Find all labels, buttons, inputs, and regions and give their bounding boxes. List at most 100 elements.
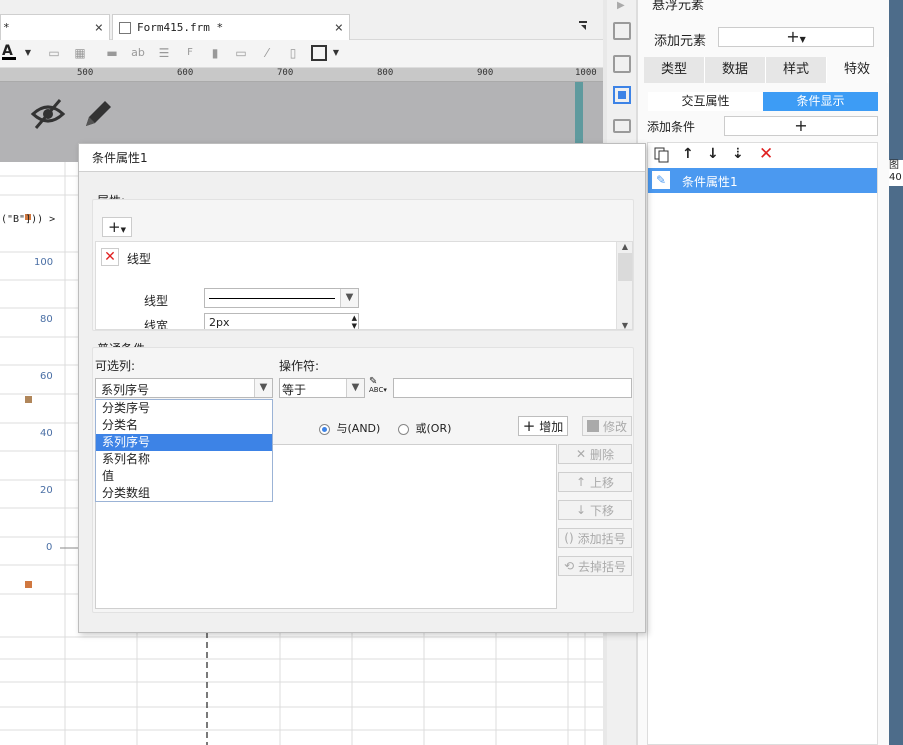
plus-icon: + xyxy=(108,218,121,236)
table-grid-icon[interactable]: ▦ xyxy=(72,45,88,61)
arrow-up-icon[interactable]: ↑ xyxy=(682,146,694,162)
chevron-down-icon: ▼ xyxy=(346,379,364,397)
y-axis-label: 80 xyxy=(40,314,53,325)
tab-style[interactable]: 样式 xyxy=(766,57,827,83)
dropdown-option[interactable]: 值 xyxy=(96,468,272,485)
tab-form415[interactable]: Form415.frm * × xyxy=(112,14,350,40)
y-axis-label: 40 xyxy=(40,428,53,439)
tab-menu-icon[interactable] xyxy=(578,20,590,32)
and-radio[interactable]: 与(AND) xyxy=(319,420,380,436)
list-icon[interactable]: ☰ xyxy=(156,45,172,61)
tab-effects[interactable]: 特效 xyxy=(827,57,888,83)
close-icon[interactable]: × xyxy=(335,20,343,36)
add-element-label: 添加元素 xyxy=(654,34,707,49)
slash-icon[interactable]: ⁄ xyxy=(259,45,275,61)
dropdown-option[interactable]: 分类数组 xyxy=(96,485,272,502)
move-down-button[interactable]: ↓ 下移 xyxy=(558,500,632,520)
chevron-down-icon: ▼ xyxy=(254,379,272,397)
subtab-condition-display[interactable]: 条件显示 xyxy=(763,92,878,111)
component-icon[interactable] xyxy=(613,55,631,73)
copy-icon[interactable] xyxy=(654,147,670,166)
plus-icon: + xyxy=(786,27,800,46)
merge-icon[interactable]: ▬ xyxy=(104,45,120,61)
border-style-icon[interactable] xyxy=(311,45,327,61)
or-radio[interactable]: 或(OR) xyxy=(398,420,451,436)
add-condition-button[interactable]: + 增加 xyxy=(518,416,568,436)
eye-hidden-icon[interactable] xyxy=(30,96,66,132)
line-width-label: 线宽 xyxy=(144,319,169,330)
layout-icon[interactable] xyxy=(613,22,631,40)
format-toolbar: A ▼ ▭ ▦ ▬ ab ☰ F ▮ ▭ ⁄ ▯ ▼ xyxy=(0,40,603,68)
add-parentheses-button[interactable]: () 添加括号 xyxy=(558,528,632,548)
list-item[interactable]: ✎ 条件属性1 xyxy=(648,168,877,193)
tab-type[interactable]: 类型 xyxy=(644,57,705,83)
tab-data[interactable]: 数据 xyxy=(705,57,766,83)
arrow-down-icon[interactable]: ↓ xyxy=(707,146,719,162)
delete-button[interactable]: ✕ 删除 xyxy=(558,444,632,464)
value-type-icon[interactable]: ✎ ABC▾ xyxy=(369,377,389,398)
ruler-tick: 700 xyxy=(277,68,294,78)
dropdown-option-selected[interactable]: 系列序号 xyxy=(96,434,272,451)
y-axis-label: 0 xyxy=(46,542,53,553)
dialog-title: 条件属性1 xyxy=(79,144,645,172)
operator-select[interactable]: 等于 ▼ xyxy=(279,378,365,398)
dropdown-option[interactable]: 系列名称 xyxy=(96,451,272,468)
ruler-tick: 1000 xyxy=(575,68,597,78)
tab-bar: * × Form415.frm * × xyxy=(0,0,603,40)
condition-attribute-dialog: 条件属性1 属性: +▼ ✕ 线型 线型 ▼ 线宽 2px ▲▼ ▲ ▼ 普通条… xyxy=(78,143,646,633)
attr-scrollbar[interactable]: ▲ ▼ xyxy=(616,242,632,329)
chart-icon[interactable]: ▮ xyxy=(207,45,223,61)
attr-add-button[interactable]: +▼ xyxy=(102,217,132,237)
dropdown-option[interactable]: 分类序号 xyxy=(96,400,272,417)
widget-icon[interactable] xyxy=(613,119,631,133)
modify-button[interactable]: 修改 xyxy=(582,416,632,436)
properties-panel: 悬浮元素 添加元素 +▼ 类型 数据 样式 特效 交互属性 条件显示 添加条件 … xyxy=(637,0,889,745)
file-icon xyxy=(119,21,131,34)
stepper-arrows-icon[interactable]: ▲ ▼ xyxy=(352,314,357,329)
scroll-thumb[interactable] xyxy=(618,253,632,281)
delete-icon[interactable]: ✕ xyxy=(759,144,773,164)
line-width-stepper[interactable]: 2px ▲ ▼ xyxy=(204,313,359,329)
condition-value-input[interactable] xyxy=(393,378,632,398)
optional-column-label: 可选列: xyxy=(95,359,136,373)
collapse-arrow-icon[interactable]: ▶ xyxy=(617,0,625,11)
font-color-icon[interactable]: A xyxy=(2,43,16,63)
border-icon[interactable]: ▭ xyxy=(46,45,62,61)
dropdown-option[interactable]: 分类名 xyxy=(96,417,272,434)
optional-column-select[interactable]: 系列序号 ▼ xyxy=(95,378,273,398)
condition-list: ↑ ↓ ⇣ ✕ ✎ 条件属性1 xyxy=(647,142,878,745)
chevron-up-icon[interactable]: ▲ xyxy=(617,242,632,251)
edge-panel: 图 40 xyxy=(889,0,903,745)
remove-attr-icon[interactable]: ✕ xyxy=(101,248,119,266)
move-up-button[interactable]: ↑ 上移 xyxy=(558,472,632,492)
pencil-icon[interactable] xyxy=(82,96,114,130)
modify-icon xyxy=(586,420,599,432)
plus-icon: + xyxy=(522,417,536,435)
formula-icon[interactable]: F xyxy=(182,45,198,61)
image-icon[interactable]: ▭ xyxy=(233,45,249,61)
close-icon[interactable]: × xyxy=(95,20,103,36)
arrow-down-icon: ↓ xyxy=(575,503,587,517)
optional-column-dropdown: 分类序号 分类名 系列序号 系列名称 值 分类数组 xyxy=(95,399,273,502)
line-type-select[interactable]: ▼ xyxy=(204,288,359,308)
chevron-down-icon[interactable]: ▼ xyxy=(328,45,344,61)
float-element-icon[interactable] xyxy=(613,86,631,104)
chevron-down-icon[interactable]: ▼ xyxy=(617,321,632,329)
document-icon[interactable]: ▯ xyxy=(285,45,301,61)
ruler-tick: 900 xyxy=(477,68,494,78)
attr-list: ✕ 线型 线型 ▼ 线宽 2px ▲ ▼ ▲ ▼ xyxy=(95,241,633,330)
subtab-interaction[interactable]: 交互属性 xyxy=(648,92,763,111)
add-condition-label: 添加条件 xyxy=(647,120,696,134)
operator-label: 操作符: xyxy=(279,359,320,373)
remove-parentheses-button[interactable]: ⟲ 去掉括号 xyxy=(558,556,632,576)
chevron-down-icon[interactable]: ▼ xyxy=(20,45,36,61)
tab-form-previous[interactable]: * × xyxy=(0,14,110,40)
text-icon[interactable]: ab xyxy=(130,45,146,61)
add-element-button[interactable]: +▼ xyxy=(718,27,874,47)
move-bottom-icon[interactable]: ⇣ xyxy=(732,146,744,162)
radio-and-icon xyxy=(319,423,330,435)
add-condition-button[interactable]: + xyxy=(724,116,878,136)
horizontal-ruler: 500 600 700 800 900 1000 xyxy=(0,68,603,82)
ruler-tick: 500 xyxy=(77,68,94,78)
pencil-icon: ✎ xyxy=(652,171,670,189)
